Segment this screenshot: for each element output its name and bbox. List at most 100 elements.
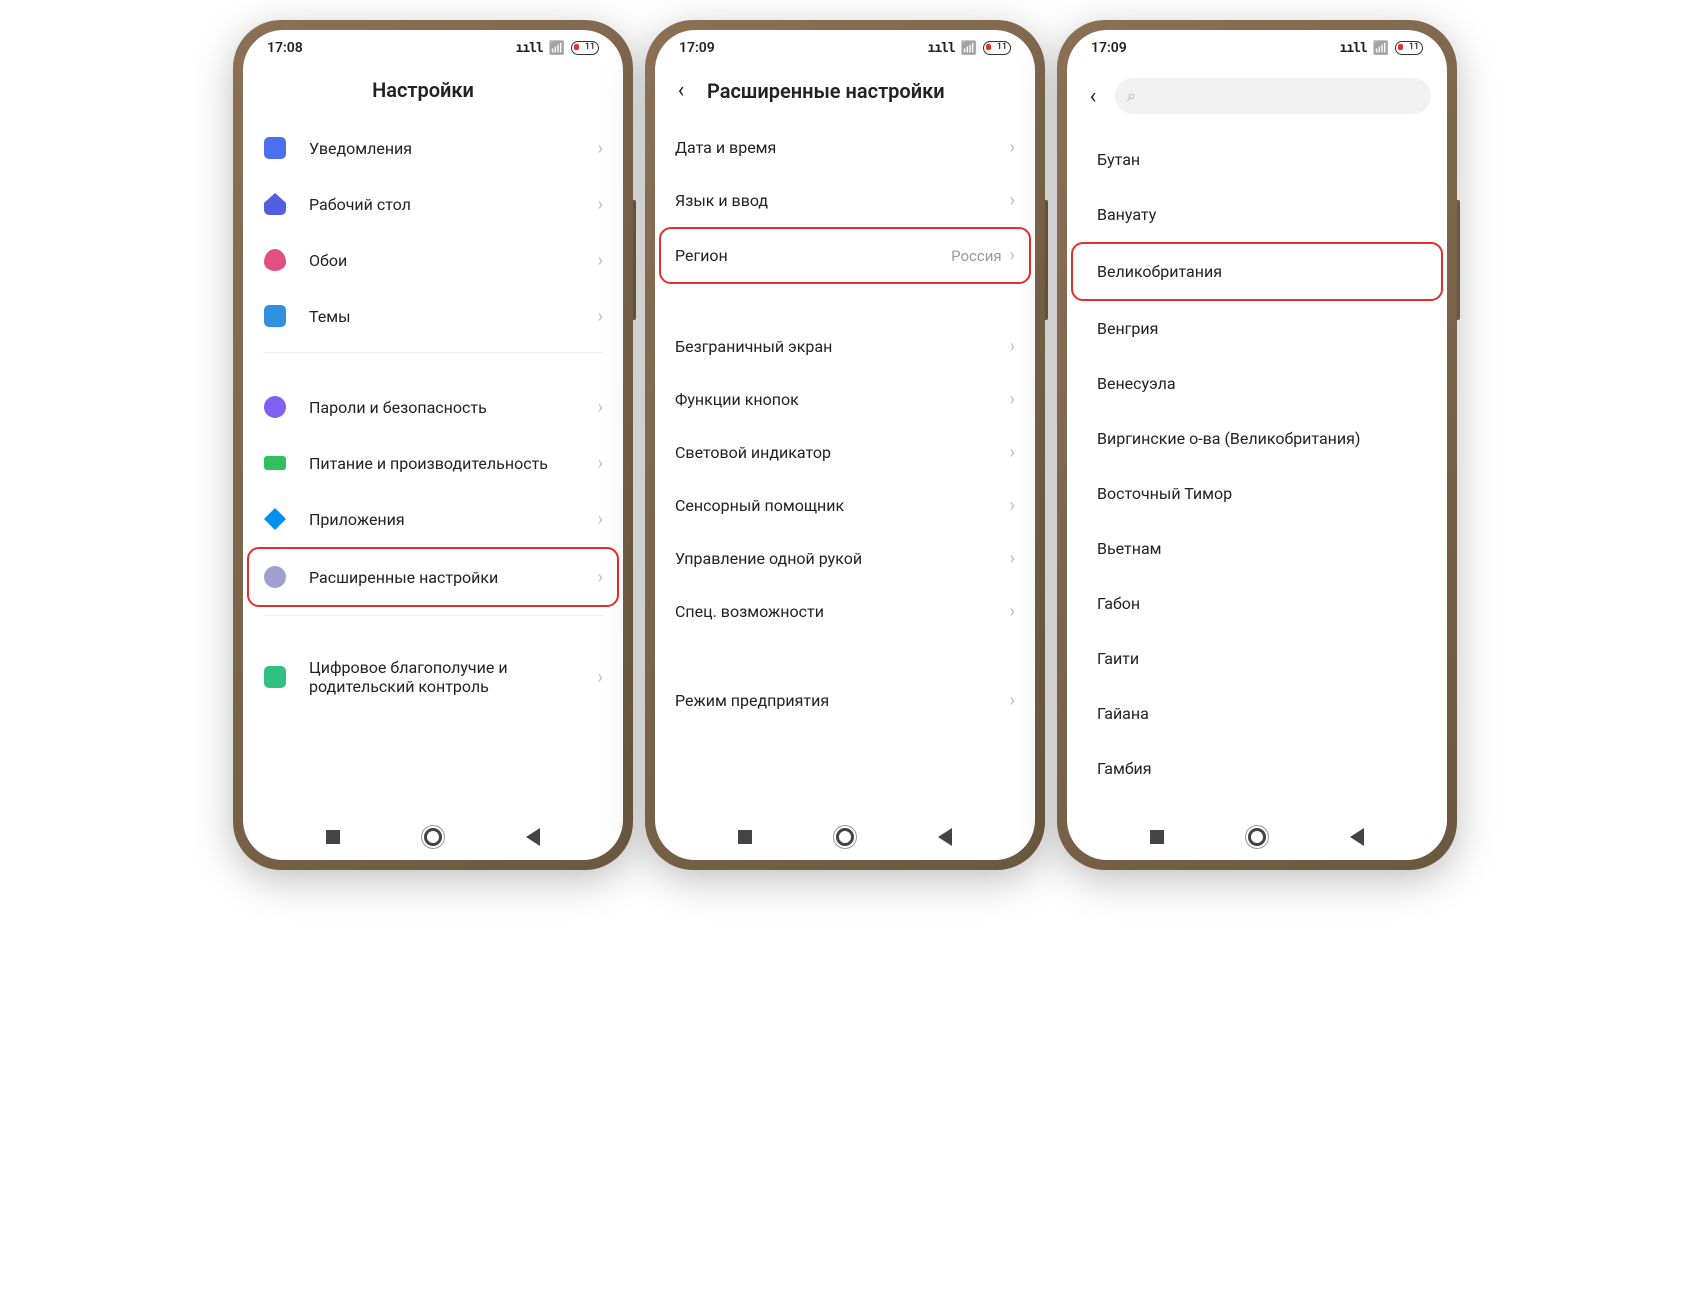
page-title: Расширенные настройки bbox=[707, 79, 1019, 103]
country-item[interactable]: Великобритания bbox=[1071, 242, 1443, 301]
country-item[interactable]: Венгрия bbox=[1073, 301, 1441, 356]
clock: 17:08 bbox=[267, 40, 516, 56]
phone-frame: 17:08 ııll 11 Настройки Уведомления›Рабо… bbox=[233, 20, 633, 870]
country-item[interactable]: Гамбия bbox=[1073, 741, 1441, 796]
country-item[interactable]: Бутан bbox=[1073, 132, 1441, 187]
settings-row[interactable]: Темы› bbox=[249, 288, 617, 344]
back-icon[interactable]: ‹ bbox=[671, 78, 691, 103]
home-button[interactable] bbox=[834, 826, 856, 848]
row-label: Приложения bbox=[309, 510, 598, 529]
home-button[interactable] bbox=[422, 826, 444, 848]
settings-row[interactable]: Безграничный экран› bbox=[661, 320, 1029, 373]
country-item[interactable]: Гайана bbox=[1073, 686, 1441, 741]
chevron-right-icon: › bbox=[598, 138, 603, 159]
wifi-icon bbox=[549, 41, 565, 56]
settings-list[interactable]: Уведомления›Рабочий стол›Обои›Темы›Парол… bbox=[243, 120, 623, 814]
chevron-right-icon: › bbox=[598, 194, 603, 215]
country-item[interactable]: Виргинские о-ва (Великобритания) bbox=[1073, 411, 1441, 466]
settings-row[interactable]: РегионРоссия› bbox=[659, 227, 1031, 284]
row-label: Безграничный экран bbox=[675, 337, 1010, 356]
chevron-right-icon: › bbox=[1010, 601, 1015, 622]
nav-bar bbox=[655, 814, 1035, 860]
row-label: Уведомления bbox=[309, 139, 598, 158]
row-icon bbox=[263, 565, 287, 589]
advanced-list[interactable]: Дата и время›Язык и ввод›РегионРоссия›Бе… bbox=[655, 121, 1035, 814]
country-item[interactable]: Гаити bbox=[1073, 631, 1441, 686]
settings-row[interactable]: Пароли и безопасность› bbox=[249, 379, 617, 435]
row-label: Пароли и безопасность bbox=[309, 398, 598, 417]
clock: 17:09 bbox=[679, 40, 928, 56]
row-label: Сенсорный помощник bbox=[675, 496, 1010, 515]
settings-row[interactable]: Рабочий стол› bbox=[249, 176, 617, 232]
home-button[interactable] bbox=[1246, 826, 1268, 848]
settings-row[interactable]: Световой индикатор› bbox=[661, 426, 1029, 479]
row-label: Функции кнопок bbox=[675, 390, 1010, 409]
status-icons: ııll 11 bbox=[928, 41, 1012, 56]
settings-row[interactable]: Управление одной рукой› bbox=[661, 532, 1029, 585]
settings-row[interactable]: Питание и производительность› bbox=[249, 435, 617, 491]
settings-row[interactable]: Спец. возможности› bbox=[661, 585, 1029, 638]
settings-row[interactable]: Режим предприятия› bbox=[661, 674, 1029, 727]
status-bar: 17:08 ııll 11 bbox=[243, 30, 623, 66]
nav-bar bbox=[243, 814, 623, 860]
signal-icon: ııll bbox=[1340, 41, 1367, 56]
divider bbox=[263, 615, 603, 616]
country-list[interactable]: БутанВануатуВеликобританияВенгрияВенесуэ… bbox=[1067, 132, 1447, 814]
row-label: Язык и ввод bbox=[675, 191, 1010, 210]
wifi-icon bbox=[1373, 41, 1389, 56]
chevron-right-icon: › bbox=[1010, 442, 1015, 463]
battery-icon: 11 bbox=[1395, 41, 1423, 55]
row-value: Россия bbox=[951, 247, 1002, 265]
row-icon bbox=[263, 507, 287, 531]
settings-row[interactable]: Язык и ввод› bbox=[661, 174, 1029, 227]
page-title: Настройки bbox=[259, 78, 607, 102]
settings-row[interactable]: Расширенные настройки› bbox=[247, 547, 619, 607]
settings-row[interactable]: Функции кнопок› bbox=[661, 373, 1029, 426]
chevron-right-icon: › bbox=[1010, 336, 1015, 357]
row-label: Темы bbox=[309, 307, 598, 326]
signal-icon: ııll bbox=[516, 41, 543, 56]
chevron-right-icon: › bbox=[598, 397, 603, 418]
search-input[interactable]: ⌕ bbox=[1115, 78, 1431, 114]
divider bbox=[263, 352, 603, 353]
chevron-right-icon: › bbox=[1010, 495, 1015, 516]
row-icon bbox=[263, 248, 287, 272]
phone-screen: 17:09 ııll 11 ‹ ⌕ БутанВануатуВеликобрит… bbox=[1067, 30, 1447, 860]
row-label: Рабочий стол bbox=[309, 195, 598, 214]
row-label: Управление одной рукой bbox=[675, 549, 1010, 568]
country-item[interactable]: Венесуэла bbox=[1073, 356, 1441, 411]
settings-row[interactable]: Обои› bbox=[249, 232, 617, 288]
phone-frame: 17:09 ııll 11 ‹ ⌕ БутанВануатуВеликобрит… bbox=[1057, 20, 1457, 870]
chevron-right-icon: › bbox=[1010, 389, 1015, 410]
recents-button[interactable] bbox=[1146, 826, 1168, 848]
country-item[interactable]: Вьетнам bbox=[1073, 521, 1441, 576]
recents-button[interactable] bbox=[322, 826, 344, 848]
settings-row[interactable]: Сенсорный помощник› bbox=[661, 479, 1029, 532]
chevron-right-icon: › bbox=[1010, 690, 1015, 711]
recents-button[interactable] bbox=[734, 826, 756, 848]
status-bar: 17:09 ııll 11 bbox=[655, 30, 1035, 66]
status-bar: 17:09 ııll 11 bbox=[1067, 30, 1447, 66]
back-button[interactable] bbox=[1346, 826, 1368, 848]
row-label: Цифровое благополучие и родительский кон… bbox=[309, 658, 598, 696]
back-button[interactable] bbox=[522, 826, 544, 848]
header: ‹ ⌕ bbox=[1067, 66, 1447, 132]
country-item[interactable]: Габон bbox=[1073, 576, 1441, 631]
row-icon bbox=[263, 192, 287, 216]
settings-row[interactable]: Уведомления› bbox=[249, 120, 617, 176]
status-icons: ııll 11 bbox=[1340, 41, 1424, 56]
clock: 17:09 bbox=[1091, 40, 1340, 56]
settings-row[interactable]: Дата и время› bbox=[661, 121, 1029, 174]
country-item[interactable]: Вануату bbox=[1073, 187, 1441, 242]
chevron-right-icon: › bbox=[598, 567, 603, 588]
country-item[interactable]: Восточный Тимор bbox=[1073, 466, 1441, 521]
back-button[interactable] bbox=[934, 826, 956, 848]
settings-row[interactable]: Приложения› bbox=[249, 491, 617, 547]
row-icon bbox=[263, 451, 287, 475]
battery-icon: 11 bbox=[571, 41, 599, 55]
row-label: Обои bbox=[309, 251, 598, 270]
row-label: Световой индикатор bbox=[675, 443, 1010, 462]
chevron-right-icon: › bbox=[1010, 190, 1015, 211]
back-icon[interactable]: ‹ bbox=[1083, 84, 1103, 109]
settings-row[interactable]: Цифровое благополучие и родительский кон… bbox=[249, 642, 617, 712]
